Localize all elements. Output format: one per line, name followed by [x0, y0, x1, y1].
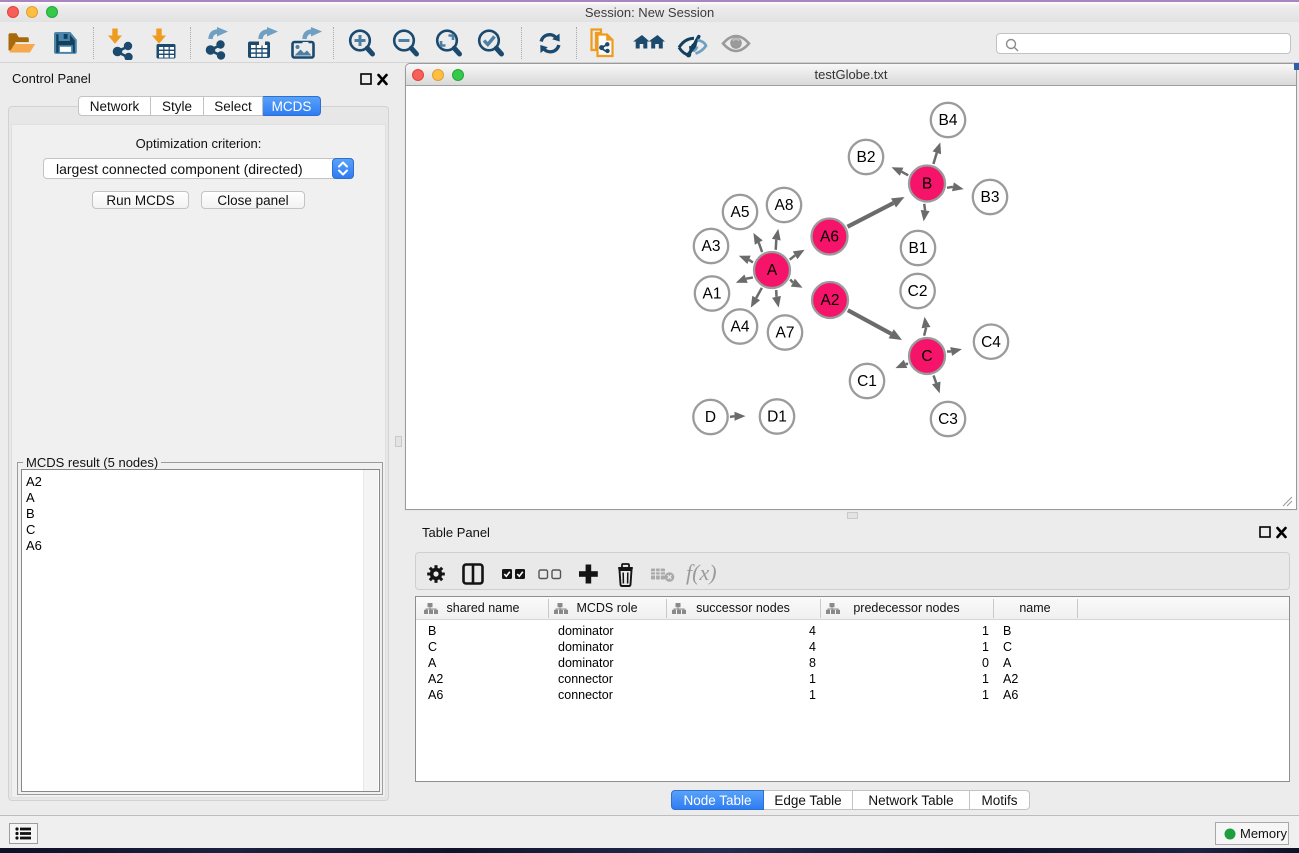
svg-text:A4: A4	[731, 319, 750, 336]
svg-text:B: B	[922, 176, 932, 193]
svg-text:A7: A7	[776, 325, 795, 342]
svg-text:B4: B4	[939, 112, 958, 129]
svg-text:C1: C1	[857, 373, 877, 390]
svg-text:B3: B3	[981, 189, 1000, 206]
svg-text:C4: C4	[981, 334, 1001, 351]
svg-text:A3: A3	[702, 238, 721, 255]
svg-text:A2: A2	[821, 292, 840, 309]
svg-text:B1: B1	[909, 240, 928, 257]
svg-text:A: A	[767, 262, 778, 279]
svg-text:D1: D1	[767, 409, 787, 426]
svg-text:A1: A1	[703, 286, 722, 303]
svg-text:A6: A6	[820, 229, 839, 246]
svg-text:D: D	[705, 409, 716, 426]
svg-text:A5: A5	[731, 204, 750, 221]
svg-text:C2: C2	[908, 283, 928, 300]
svg-text:C: C	[921, 348, 932, 365]
svg-text:A8: A8	[775, 197, 794, 214]
svg-text:C3: C3	[938, 411, 958, 428]
svg-text:B2: B2	[857, 149, 876, 166]
